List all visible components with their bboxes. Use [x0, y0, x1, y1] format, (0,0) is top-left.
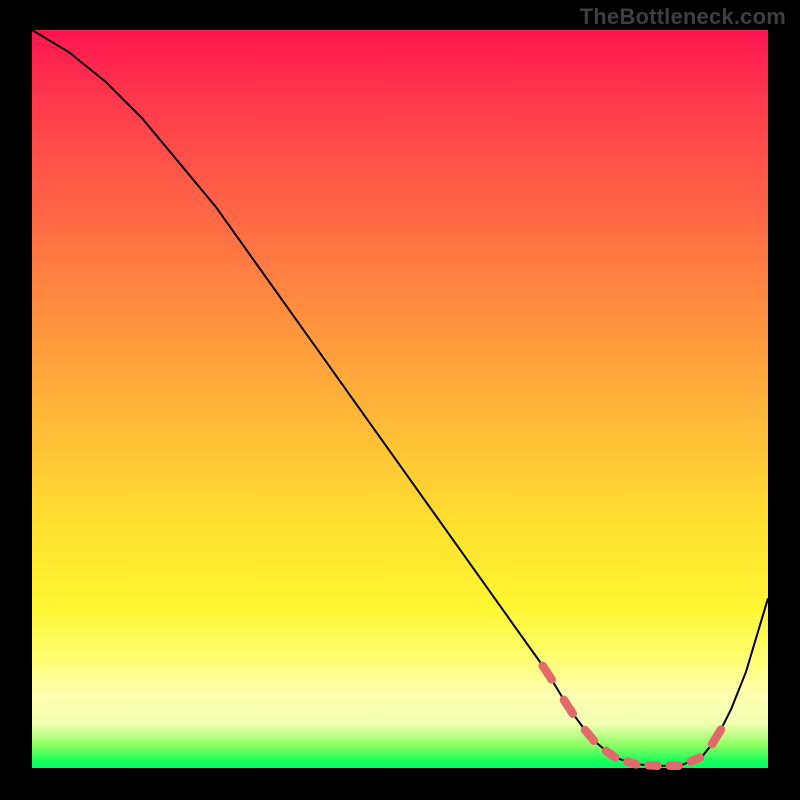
- bottleneck-curve-line: [32, 30, 768, 766]
- highlight-dash: [606, 751, 615, 758]
- watermark-text: TheBottleneck.com: [580, 4, 786, 30]
- highlight-dashes: [543, 666, 721, 766]
- plot-frame: [32, 30, 768, 768]
- bottleneck-curve-svg: [32, 30, 768, 768]
- highlight-dash: [649, 765, 658, 766]
- highlight-dash: [585, 730, 594, 741]
- highlight-dash: [564, 700, 573, 714]
- highlight-dash: [691, 758, 700, 762]
- highlight-dash: [543, 666, 552, 680]
- highlight-dash: [627, 762, 636, 765]
- chart-container: TheBottleneck.com: [0, 0, 800, 800]
- highlight-dash: [712, 730, 721, 745]
